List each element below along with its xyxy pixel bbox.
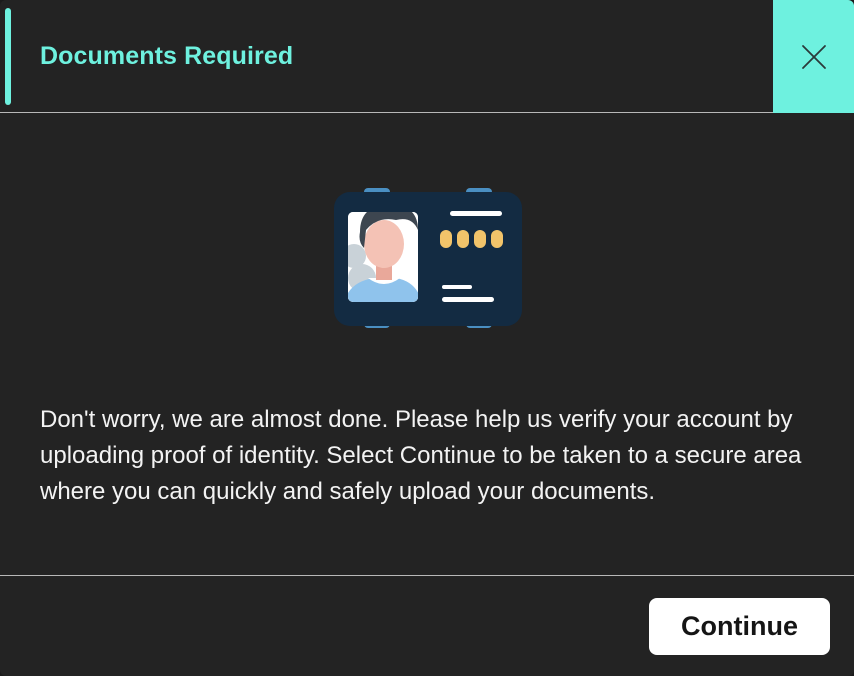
footer-divider	[0, 575, 854, 576]
header-accent-bar	[5, 8, 11, 105]
close-button[interactable]	[773, 0, 854, 113]
id-card-icon	[334, 188, 522, 328]
dialog-header: Documents Required	[0, 0, 854, 113]
dialog-message: Don't worry, we are almost done. Please …	[40, 406, 802, 505]
documents-required-dialog: Documents Required Don't worry, we are a…	[0, 0, 854, 676]
continue-button[interactable]: Continue	[649, 598, 830, 655]
dialog-title: Documents Required	[40, 42, 294, 70]
close-icon	[801, 44, 826, 69]
id-card-illustration	[334, 186, 522, 330]
